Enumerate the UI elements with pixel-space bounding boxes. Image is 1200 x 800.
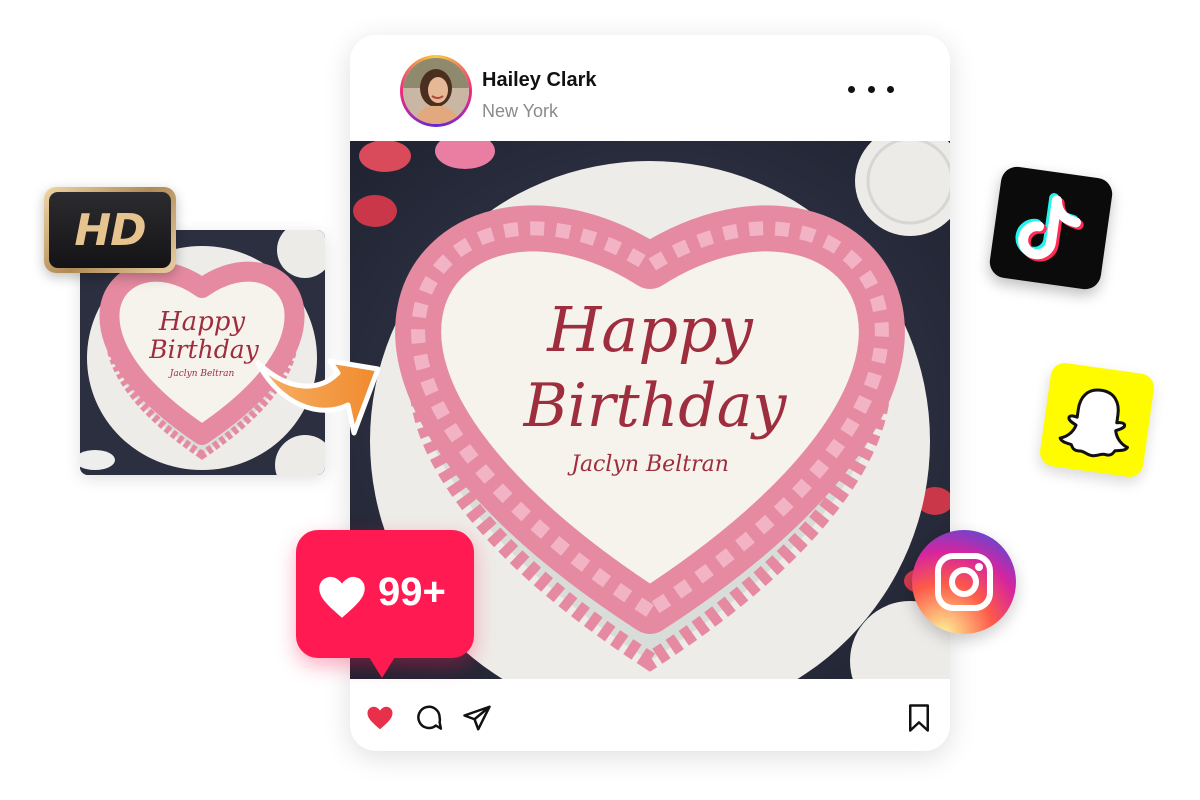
post-actions [350, 679, 950, 751]
thumbnail-name: Jaclyn Beltran [168, 369, 235, 379]
share-button[interactable] [462, 703, 492, 733]
post-image-line2: Birthday [523, 371, 788, 441]
hd-badge: HD [44, 187, 176, 273]
avatar[interactable] [400, 55, 472, 127]
more-horizontal-icon [848, 85, 855, 93]
location[interactable]: New York [482, 101, 558, 122]
comment-button[interactable] [414, 703, 444, 733]
thumbnail-line2: Birthday [148, 335, 259, 364]
post-image-name: Jaclyn Beltran [567, 452, 729, 477]
like-notification-tail [366, 652, 398, 678]
thumbnail-line1: Happy [158, 307, 245, 337]
more-options-button[interactable] [844, 77, 898, 101]
like-button[interactable] [365, 703, 395, 733]
heart-icon [319, 576, 365, 618]
snapchat-icon[interactable] [1038, 361, 1156, 479]
tiktok-icon[interactable] [987, 164, 1115, 292]
save-button[interactable] [904, 703, 934, 733]
send-icon [463, 705, 491, 731]
comment-icon [417, 705, 443, 730]
bookmark-icon [909, 704, 929, 732]
curved-arrow-icon [255, 358, 381, 436]
hd-badge-label: HD [74, 204, 146, 256]
post-header: Hailey Clark New York [350, 35, 950, 141]
heart-icon [367, 706, 393, 730]
instagram-icon[interactable] [912, 530, 1016, 634]
like-count: 99+ [378, 570, 446, 614]
username[interactable]: Hailey Clark [482, 69, 597, 92]
post-image-line1: Happy [546, 293, 753, 366]
